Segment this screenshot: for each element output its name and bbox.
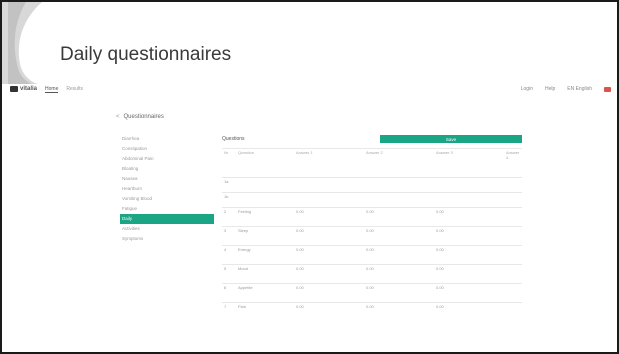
panel-title: Questions [222,136,245,142]
login-link[interactable]: Login [521,86,533,92]
column-header: Answer 1 [294,148,364,178]
page-title-text: Questionnaires [123,114,164,120]
table-cell[interactable] [364,192,434,208]
table-cell[interactable]: 0.00 [364,226,434,246]
column-header: Answer 2 [364,148,434,178]
table-cell[interactable]: 0.00 [294,302,364,321]
table-cell[interactable]: 0.00 [434,245,504,265]
slide-header: Daily questionnaires [2,2,617,84]
questions-panel: Questions Save Nr Question Answer 1 Answ… [222,134,522,321]
flag-icon [604,86,611,92]
table-cell[interactable] [294,192,364,208]
table-cell[interactable] [434,192,504,208]
table-cell: 3 [222,226,236,246]
table-cell[interactable] [504,264,522,284]
table-cell[interactable] [434,177,504,193]
table-row: 7 Pain 0.00 0.00 0.00 [222,302,522,321]
table-cell: Sleep [236,226,294,246]
table-cell: 4 [222,245,236,265]
table-cell[interactable]: 0.00 [364,264,434,284]
table-cell[interactable] [504,283,522,303]
table-cell: Energy [236,245,294,265]
column-header: Nr [222,148,236,178]
table-cell: 5 [222,264,236,284]
table-cell[interactable] [364,177,434,193]
table-row: 1b [222,192,522,208]
table-cell[interactable]: 0.00 [294,207,364,227]
decorative-swoosh-icon [2,2,42,84]
table-cell: 1b [222,192,236,208]
table-cell[interactable]: 0.00 [294,226,364,246]
table-header-row: Nr Question Answer 1 Answer 2 Answer 3 A… [222,148,522,178]
save-button[interactable]: Save [380,135,522,143]
app-topbar: vitalia Home Results Login Help EN Engli… [6,82,617,96]
table-cell: 2 [222,207,236,227]
table-row: 1a [222,177,522,193]
table-cell: 6 [222,283,236,303]
table-cell[interactable]: 0.00 [294,264,364,284]
logo-text: vitalia [20,86,38,92]
sidebar-item-bloating[interactable]: Bloating [120,164,214,174]
table-cell[interactable]: 0.00 [364,283,434,303]
language-selector[interactable]: EN English [567,86,592,92]
sidebar-item-abdominal-pain[interactable]: Abdominal Pain [120,154,214,164]
table-cell[interactable]: 0.00 [434,283,504,303]
table-row: 6 Appetite 0.00 0.00 0.00 [222,283,522,303]
app-logo[interactable]: vitalia [10,86,37,92]
table-cell[interactable]: 0.00 [364,207,434,227]
sidebar-item-nausea[interactable]: Nausea [120,174,214,184]
table-cell: 1a [222,177,236,193]
table-cell[interactable] [504,192,522,208]
sidebar-item-symptoms[interactable]: Symptoms [120,234,214,244]
sidebar: Diarrhea Constipation Abdominal Pain Blo… [120,134,214,244]
topbar-right: Login Help EN English [521,86,611,92]
table-cell[interactable] [504,207,522,227]
table-cell[interactable]: 0.00 [434,302,504,321]
table-cell [236,177,294,193]
panel-header: Questions Save [222,134,522,144]
table-cell[interactable] [294,177,364,193]
table-cell: 7 [222,302,236,321]
logo-icon [10,86,18,92]
table-row: 5 Mood 0.00 0.00 0.00 [222,264,522,284]
questions-table: Nr Question Answer 1 Answer 2 Answer 3 A… [222,148,522,321]
page-content: < Questionnaires Diarrhea Constipation A… [110,114,530,352]
table-row: 3 Sleep 0.00 0.00 0.00 [222,226,522,246]
table-cell[interactable]: 0.00 [364,245,434,265]
table-cell[interactable]: 0.00 [434,207,504,227]
sidebar-item-activities[interactable]: Activities [120,224,214,234]
table-cell: Mood [236,264,294,284]
page-title: < Questionnaires [116,114,164,120]
sidebar-item-constipation[interactable]: Constipation [120,144,214,154]
table-cell [236,192,294,208]
sidebar-item-diarrhea[interactable]: Diarrhea [120,134,214,144]
table-row: 4 Energy 0.00 0.00 0.00 [222,245,522,265]
slide-frame: Daily questionnaires vitalia Home Result… [0,0,619,354]
table-cell: Appetite [236,283,294,303]
sidebar-item-vomiting-blood[interactable]: Vomiting Blood [120,194,214,204]
nav-item-home[interactable]: Home [45,86,59,93]
table-cell[interactable] [504,226,522,246]
table-cell[interactable] [504,245,522,265]
table-cell[interactable] [504,302,522,321]
sidebar-item-heartburn[interactable]: Heartburn [120,184,214,194]
table-row: 2 Feeling 0.00 0.00 0.00 [222,207,522,227]
table-cell[interactable]: 0.00 [294,245,364,265]
back-icon[interactable]: < [116,114,120,120]
table-cell: Feeling [236,207,294,227]
table-cell[interactable]: 0.00 [434,264,504,284]
column-header: Question [236,148,294,178]
nav-item-results[interactable]: Results [66,86,83,92]
help-link[interactable]: Help [545,86,555,92]
table-cell[interactable]: 0.00 [294,283,364,303]
sidebar-item-daily[interactable]: Daily [120,214,214,224]
column-header: Answer 3 [434,148,504,178]
table-cell[interactable] [504,177,522,193]
sidebar-item-fatigue[interactable]: Fatigue [120,204,214,214]
slide-title: Daily questionnaires [60,44,232,65]
table-cell: Pain [236,302,294,321]
column-header: Answer 4 [504,148,522,178]
table-cell[interactable]: 0.00 [434,226,504,246]
table-cell[interactable]: 0.00 [364,302,434,321]
